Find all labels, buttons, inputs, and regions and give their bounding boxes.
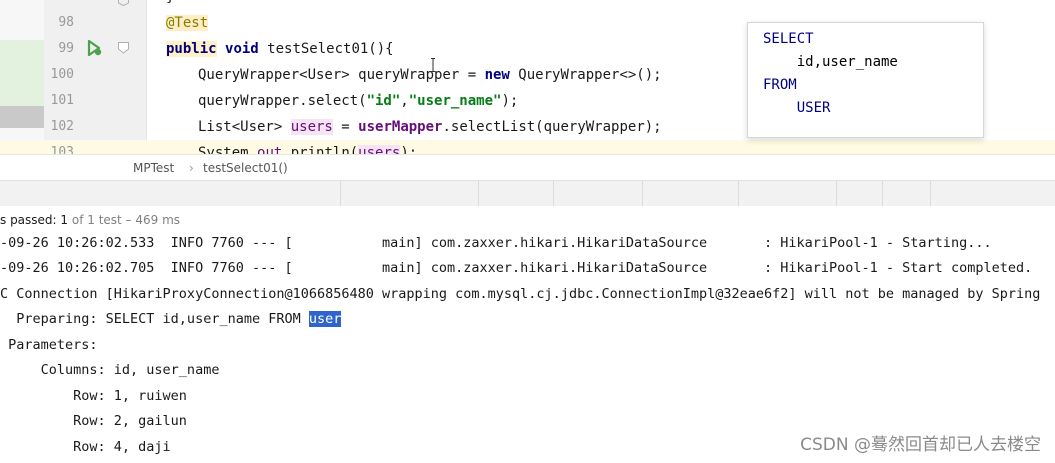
code-token: .selectList(queryWrapper); [442, 119, 662, 135]
console-output[interactable]: -09-26 10:26:02.533 INFO 7760 --- [ main… [0, 234, 1055, 463]
toolbar-divider [478, 181, 479, 207]
code-token: List<User> [198, 119, 291, 135]
sql-preview-tooltip: SELECT id,user_name FROM USER [747, 22, 984, 138]
status-suffix: of 1 test – 469 ms [68, 213, 181, 227]
breadcrumb-separator: › [189, 161, 194, 175]
fold-end-icon[interactable] [118, 0, 129, 6]
line-number: 100 [50, 67, 74, 82]
code-text: System.out.println(users); [198, 140, 417, 154]
code-token: , [400, 93, 409, 109]
toolbar-divider [930, 181, 931, 207]
console-line: -09-26 10:26:02.705 INFO 7760 --- [ main… [0, 260, 1033, 276]
console-line: -09-26 10:26:02.533 INFO 7760 --- [ main… [0, 235, 992, 251]
code-line-103[interactable]: 103 System.out.println(users); [0, 140, 1055, 154]
code-token: testSelect01(){ [258, 41, 394, 57]
code-text: List<User> users = userMapper.selectList… [198, 114, 662, 140]
line-number: 102 [50, 119, 74, 134]
tool-window-toolbar [0, 180, 1055, 207]
console-line-text: Preparing: SELECT id,user_name FROM [0, 311, 309, 327]
toolbar-divider [642, 181, 643, 207]
code-text: public void testSelect01(){ [166, 36, 394, 62]
code-text: @Test [166, 10, 209, 36]
toolbar-divider [738, 181, 739, 207]
code-token: void [225, 41, 259, 57]
breadcrumb-class[interactable]: MPTest [133, 161, 174, 175]
fold-icon[interactable] [118, 42, 129, 54]
toolbar-divider [340, 181, 341, 207]
code-token: QueryWrapper<User> queryWrapper = [198, 67, 485, 83]
status-count: 1 [60, 213, 69, 227]
code-token: = [332, 119, 359, 135]
code-editor[interactable]: } 98 @Test 99 public void testSelect01()… [0, 0, 1055, 154]
tooltip-line-from: FROM [763, 77, 797, 93]
status-prefix: s passed: [0, 213, 61, 227]
console-line: Preparing: SELECT id,user_name FROM user [0, 307, 342, 332]
line-number: 101 [50, 93, 74, 108]
line-number: 99 [58, 41, 74, 56]
console-line: Row: 1, ruiwen [0, 388, 187, 404]
code-token: queryWrapper.select( [198, 93, 367, 109]
test-status-bar: s passed: 1 of 1 test – 469 ms [0, 206, 1055, 235]
toolbar-divider [836, 181, 837, 207]
code-token: public [166, 41, 217, 57]
selected-text[interactable]: user [308, 311, 342, 327]
code-token: QueryWrapper<>(); [509, 67, 662, 83]
code-token: users [358, 145, 401, 154]
run-test-icon[interactable] [84, 38, 104, 58]
watermark: CSDN @蓦然回首却已人去楼空 [800, 435, 1041, 455]
console-line: Columns: id, user_name [0, 362, 220, 378]
code-token: ); [501, 93, 519, 109]
line-number: 103 [50, 145, 74, 154]
code-token: users [290, 119, 333, 135]
code-token: userMapper [358, 119, 443, 135]
console-line: Row: 2, gailun [0, 413, 187, 429]
code-text: QueryWrapper<User> queryWrapper = new Qu… [198, 62, 662, 88]
tooltip-line-select: SELECT [763, 31, 814, 47]
code-token: ); [400, 145, 418, 154]
code-token: @Test [166, 15, 209, 31]
tooltip-line-table: USER [763, 100, 831, 116]
code-text: queryWrapper.select("id","user_name"); [198, 88, 518, 114]
console-line: Row: 4, daji [0, 439, 171, 455]
toolbar-divider [553, 181, 554, 207]
tooltip-line-columns: id,user_name [763, 54, 898, 70]
breadcrumb-method[interactable]: testSelect01() [203, 161, 288, 175]
line-number: 98 [58, 15, 74, 30]
code-line-97[interactable]: } [0, 0, 1055, 10]
breadcrumb: MPTest › testSelect01() [0, 154, 1055, 181]
test-status-text: s passed: 1 of 1 test – 469 ms [0, 213, 180, 227]
console-line: Parameters: [0, 337, 98, 353]
code-token: out [257, 145, 283, 154]
toolbar-divider [882, 181, 883, 207]
code-token: System. [198, 145, 258, 154]
code-token: "id" [366, 93, 401, 109]
text-cursor-icon [431, 58, 435, 72]
code-token: new [484, 67, 510, 83]
code-text: } [166, 0, 174, 10]
code-token: "user_name" [408, 93, 502, 109]
code-token: .println( [282, 145, 359, 154]
console-line: C Connection [HikariProxyConnection@1066… [0, 286, 1041, 302]
